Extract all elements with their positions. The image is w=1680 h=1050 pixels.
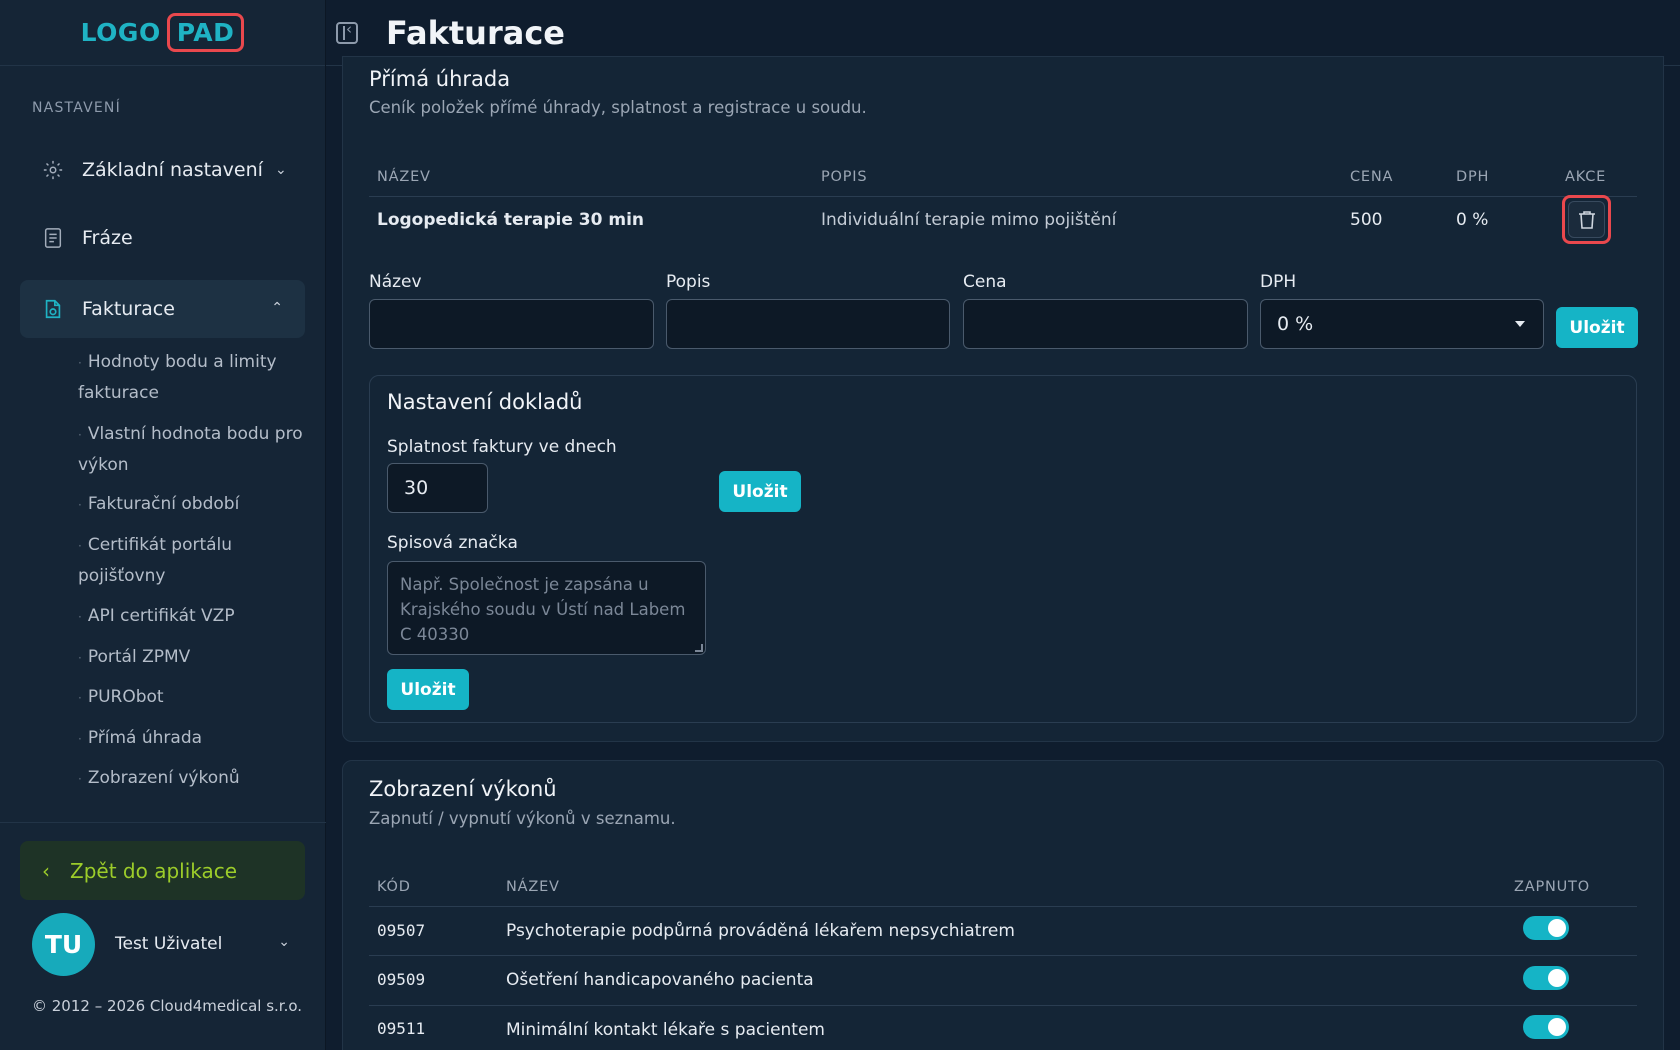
file-number-textarea[interactable]: Např. Společnost je zapsána u Krajského … (387, 561, 706, 655)
trash-icon (1578, 210, 1595, 229)
column-header: ZAPNUTO (1514, 879, 1590, 895)
sidebar-subitem-custom-point[interactable]: · Vlastní hodnota bodu pro výkon (78, 419, 308, 480)
panel-title: Nastavení dokladů (387, 390, 583, 414)
procedure-toggle[interactable] (1523, 966, 1569, 990)
sidebar-subitem-direct-payment[interactable]: · Přímá úhrada (78, 723, 308, 754)
column-header: NÁZEV (506, 879, 560, 895)
user-name: Test Uživatel (115, 934, 223, 954)
column-header: DPH (1456, 169, 1490, 185)
column-header: NÁZEV (377, 169, 431, 185)
file-number-label: Spisová značka (387, 533, 518, 553)
procedure-code: 09509 (377, 970, 426, 989)
due-days-input[interactable]: 30 (387, 463, 488, 513)
column-header: AKCE (1565, 169, 1607, 185)
column-header: POPIS (821, 169, 868, 185)
logo-badge: PAD (166, 13, 245, 52)
vat-label: DPH (1260, 272, 1297, 292)
sidebar-item-billing[interactable]: Fakturace ⌃ (20, 280, 305, 338)
item-name: Logopedická terapie 30 min (377, 210, 645, 230)
logo-row: LOGO PAD (0, 0, 325, 66)
card-title: Přímá úhrada (369, 67, 511, 91)
item-price: 500 (1350, 210, 1383, 230)
procedure-toggle[interactable] (1523, 1015, 1569, 1039)
table-divider (369, 906, 1637, 907)
name-label: Název (369, 272, 422, 292)
logo[interactable]: LOGO PAD (81, 13, 245, 52)
column-header: KÓD (377, 879, 411, 895)
caret-down-icon (1515, 321, 1525, 327)
procedure-toggle[interactable] (1523, 916, 1569, 940)
item-description: Individuální terapie mimo pojištění (821, 210, 1117, 230)
sidebar-item-label: Základní nastavení (82, 159, 263, 181)
chevron-down-icon: ⌄ (274, 162, 287, 178)
table-divider (369, 196, 1637, 197)
sidebar-subitem-purobot[interactable]: · PURObot (78, 682, 308, 713)
procedures-card: Zobrazení výkonů Zapnutí / vypnutí výkon… (342, 760, 1664, 1050)
page-title: Fakturace (386, 13, 565, 52)
section-label: NASTAVENÍ (32, 100, 121, 116)
save-file-number-button[interactable]: Uložit (387, 669, 469, 710)
price-label: Cena (963, 272, 1007, 292)
card-subtitle: Ceník položek přímé úhrady, splatnost a … (369, 98, 867, 117)
sidebar-subitem-vzp-api[interactable]: · API certifikát VZP (78, 601, 308, 632)
resize-handle-icon[interactable] (695, 644, 703, 652)
sidebar-subitem-billing-period[interactable]: · Fakturační období (78, 489, 308, 520)
save-item-button[interactable]: Uložit (1556, 307, 1638, 348)
sidebar-item-label: Fakturace (82, 298, 175, 320)
name-input[interactable] (369, 299, 654, 349)
table-divider (369, 1005, 1637, 1006)
back-to-app-button[interactable]: ‹ Zpět do aplikace (20, 841, 305, 900)
sidebar-subitem-insurer-cert[interactable]: · Certifikát portálu pojišťovny (78, 530, 308, 591)
chevron-left-icon: ‹ (42, 858, 50, 883)
procedure-name: Psychoterapie podpůrná prováděná lékařem… (506, 921, 1015, 941)
card-title: Zobrazení výkonů (369, 777, 557, 801)
sidebar: LOGO PAD NASTAVENÍ Základní nastavení ⌄ … (0, 0, 326, 1050)
price-input[interactable] (963, 299, 1248, 349)
delete-button[interactable] (1562, 195, 1611, 244)
copyright: © 2012 – 2026 Cloud4medical s.r.o. (32, 997, 303, 1015)
sidebar-subitem-procedures[interactable]: · Zobrazení výkonů (78, 763, 308, 794)
gear-icon (42, 159, 64, 181)
sidebar-item-phrases[interactable]: Fráze (20, 209, 305, 267)
card-subtitle: Zapnutí / vypnutí výkonů v seznamu. (369, 809, 676, 828)
invoice-icon (42, 298, 64, 320)
document-icon (42, 227, 64, 249)
chevron-up-icon: ⌃ (271, 300, 283, 316)
direct-payment-card: Přímá úhrada Ceník položek přímé úhrady,… (342, 56, 1664, 742)
column-header: CENA (1350, 169, 1394, 185)
sidebar-item-basic-settings[interactable]: Základní nastavení ⌄ (20, 141, 305, 199)
sidebar-item-label: Fráze (82, 227, 133, 249)
sidebar-toggle-icon[interactable] (336, 20, 358, 44)
procedure-name: Minimální kontakt lékaře s pacientem (506, 1020, 825, 1040)
logo-text: LOGO (80, 18, 161, 47)
table-divider (369, 955, 1637, 956)
sidebar-subitem-zpmv-portal[interactable]: · Portál ZPMV (78, 642, 308, 673)
procedure-code: 09507 (377, 921, 426, 940)
procedure-name: Ošetření handicapovaného pacienta (506, 970, 814, 990)
description-input[interactable] (666, 299, 950, 349)
user-menu[interactable]: TU Test Uživatel ⌄ (32, 912, 302, 976)
save-due-button[interactable]: Uložit (719, 471, 801, 512)
procedure-code: 09511 (377, 1019, 426, 1038)
sidebar-divider (0, 822, 326, 823)
avatar: TU (32, 912, 95, 976)
vat-select[interactable]: 0 % (1260, 299, 1544, 349)
sidebar-subitem-point-values[interactable]: · Hodnoty bodu a limity fakturace (78, 347, 308, 408)
item-vat: 0 % (1456, 210, 1489, 230)
document-settings-panel: Nastavení dokladů Splatnost faktury ve d… (369, 375, 1637, 723)
chevron-down-icon: ⌄ (278, 934, 290, 950)
due-days-label: Splatnost faktury ve dnech (387, 437, 617, 457)
description-label: Popis (666, 272, 711, 292)
